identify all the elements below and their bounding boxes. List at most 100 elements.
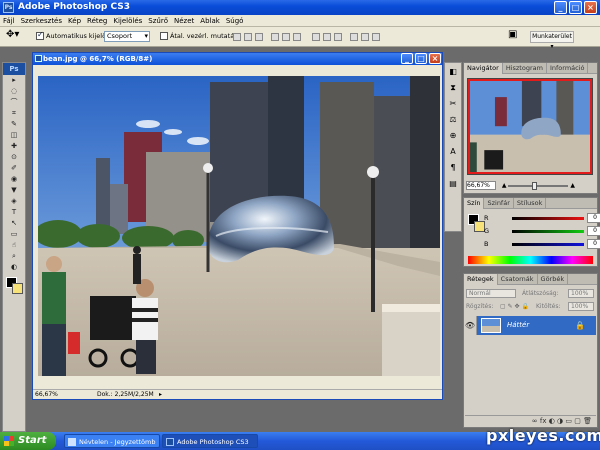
bridge-icon[interactable]: ▣ xyxy=(508,29,517,40)
menu-layer[interactable]: Réteg xyxy=(84,15,110,27)
slider-b[interactable] xyxy=(512,243,584,246)
menu-file[interactable]: Fájl xyxy=(0,15,18,27)
gradient-tool[interactable]: ▼ xyxy=(3,185,25,196)
auto-select-dropdown[interactable]: Csoport xyxy=(104,31,150,42)
align-bottom-icon[interactable] xyxy=(255,33,263,41)
distribute-top-icon[interactable] xyxy=(312,33,320,41)
panel-icon-1[interactable]: ◧ xyxy=(445,65,461,79)
task-notepad[interactable]: Névtelen - Jegyzettömb xyxy=(64,434,160,448)
align-hcenter-icon[interactable] xyxy=(282,33,290,41)
healing-tool[interactable]: ◫ xyxy=(3,130,25,141)
lock-icons[interactable]: ▢ ✎ ✥ 🔒 xyxy=(500,302,529,311)
slider-r[interactable] xyxy=(512,217,584,220)
clone-stamp-tool[interactable]: ⊙ xyxy=(3,152,25,163)
layer-style-icon[interactable]: fx xyxy=(540,417,547,425)
align-right-icon[interactable] xyxy=(293,33,301,41)
type-tool[interactable]: T xyxy=(3,207,25,218)
task-photoshop[interactable]: Adobe Photoshop CS3 xyxy=(162,434,258,448)
tab-layers[interactable]: Rétegek xyxy=(464,274,498,285)
tab-curves[interactable]: Görbék xyxy=(538,274,569,285)
layer-row-background[interactable]: 👁 Háttér 🔒 xyxy=(464,316,596,335)
brush-tool[interactable]: ✚ xyxy=(3,141,25,152)
character-panel-icon[interactable]: A xyxy=(445,145,461,159)
slider-g[interactable] xyxy=(512,230,584,233)
tab-navigator[interactable]: Navigátor xyxy=(464,63,503,74)
distribute-bottom-icon[interactable] xyxy=(334,33,342,41)
start-button[interactable]: Start xyxy=(0,432,56,450)
minimize-button[interactable]: _ xyxy=(554,1,567,14)
move-tool[interactable]: ▸ xyxy=(3,75,25,86)
zoom-in-icon[interactable]: ▲ xyxy=(570,182,575,189)
visibility-eye-icon[interactable]: 👁 xyxy=(464,316,477,335)
tab-histogram[interactable]: Hisztogram xyxy=(503,63,547,74)
menu-image[interactable]: Kép xyxy=(65,15,84,27)
eraser-tool[interactable]: ◉ xyxy=(3,174,25,185)
move-tool-icon[interactable]: ✥▾ xyxy=(6,29,19,40)
blend-mode-select[interactable]: Normál xyxy=(466,289,516,298)
distribute-left-icon[interactable] xyxy=(350,33,358,41)
doc-maximize-button[interactable]: □ xyxy=(415,53,427,64)
close-button[interactable]: × xyxy=(584,1,597,14)
panel-icon-5[interactable]: ⊕ xyxy=(445,129,461,143)
doc-minimize-button[interactable]: _ xyxy=(401,53,413,64)
value-r[interactable]: 0 xyxy=(587,213,600,223)
crop-tool[interactable]: ⌗ xyxy=(3,108,25,119)
distribute-hcenter-icon[interactable] xyxy=(361,33,369,41)
maximize-button[interactable]: □ xyxy=(569,1,582,14)
navigator-thumbnail[interactable] xyxy=(467,78,593,175)
navigator-zoom[interactable]: 66,67% xyxy=(466,181,496,190)
zoom-slider[interactable] xyxy=(508,181,569,190)
value-g[interactable]: 0 xyxy=(587,226,600,236)
path-selection-tool[interactable]: ↖ xyxy=(3,218,25,229)
lasso-tool[interactable]: ⌒ xyxy=(3,97,25,108)
delete-layer-icon[interactable]: 🗑 xyxy=(583,417,592,425)
align-left-icon[interactable] xyxy=(271,33,279,41)
menu-select[interactable]: Kijelölés xyxy=(110,15,145,27)
distribute-vcenter-icon[interactable] xyxy=(323,33,331,41)
align-vcenter-icon[interactable] xyxy=(244,33,252,41)
menu-view[interactable]: Nézet xyxy=(171,15,197,27)
menu-window[interactable]: Ablak xyxy=(197,15,223,27)
hand-tool[interactable]: ☝ xyxy=(3,240,25,251)
zoom-level[interactable]: 66,67% xyxy=(35,390,58,400)
background-color-swatch[interactable] xyxy=(12,283,23,294)
new-group-icon[interactable]: ▭ xyxy=(565,417,572,425)
show-transform-checkbox[interactable] xyxy=(160,32,168,40)
doc-close-button[interactable]: × xyxy=(429,53,441,64)
fill-field[interactable]: 100% xyxy=(568,302,594,311)
distribute-right-icon[interactable] xyxy=(372,33,380,41)
tab-channels[interactable]: Csatornák xyxy=(498,274,538,285)
align-top-icon[interactable] xyxy=(233,33,241,41)
tab-styles[interactable]: Stílusok xyxy=(514,198,547,209)
zoom-tool[interactable]: ⌕ xyxy=(3,251,25,262)
panel-icon-2[interactable]: ⧗ xyxy=(445,81,461,95)
tab-swatches[interactable]: Szinfár xyxy=(484,198,514,209)
status-arrow-icon[interactable]: ▸ xyxy=(159,390,162,400)
panel-icon-3[interactable]: ✂ xyxy=(445,97,461,111)
eyedropper-tool[interactable]: ✎ xyxy=(3,119,25,130)
zoom-slider-thumb[interactable] xyxy=(532,181,538,190)
new-layer-icon[interactable]: ▢ xyxy=(574,417,581,425)
menu-filter[interactable]: Szűrő xyxy=(145,15,171,27)
dodge-tool[interactable]: ◈ xyxy=(3,196,25,207)
link-layers-icon[interactable]: ∞ xyxy=(532,417,538,425)
color-spectrum-ramp[interactable] xyxy=(468,256,593,264)
adjustment-layer-icon[interactable]: ◑ xyxy=(557,417,563,425)
tab-color[interactable]: Szín xyxy=(464,198,485,209)
shape-tool[interactable]: ▭ xyxy=(3,229,25,240)
opacity-field[interactable]: 100% xyxy=(568,289,594,298)
menu-help[interactable]: Súgó xyxy=(223,15,247,27)
panel-icon-8[interactable]: ▤ xyxy=(445,177,461,191)
panel-icon-4[interactable]: ⚖ xyxy=(445,113,461,127)
layer-name[interactable]: Háttér xyxy=(507,316,529,335)
workspace-button[interactable]: Munkaterület ▾ xyxy=(530,31,574,50)
marquee-tool[interactable]: ◌ xyxy=(3,86,25,97)
zoom-out-icon[interactable]: ▲ xyxy=(502,182,507,189)
value-b[interactable]: 0 xyxy=(587,239,600,249)
menu-edit[interactable]: Szerkesztés xyxy=(18,15,65,27)
layer-mask-icon[interactable]: ◐ xyxy=(549,417,555,425)
history-brush-tool[interactable]: ✐ xyxy=(3,163,25,174)
paragraph-panel-icon[interactable]: ¶ xyxy=(445,161,461,175)
photo-canvas[interactable] xyxy=(38,76,440,376)
tab-info[interactable]: Információ xyxy=(547,63,589,74)
